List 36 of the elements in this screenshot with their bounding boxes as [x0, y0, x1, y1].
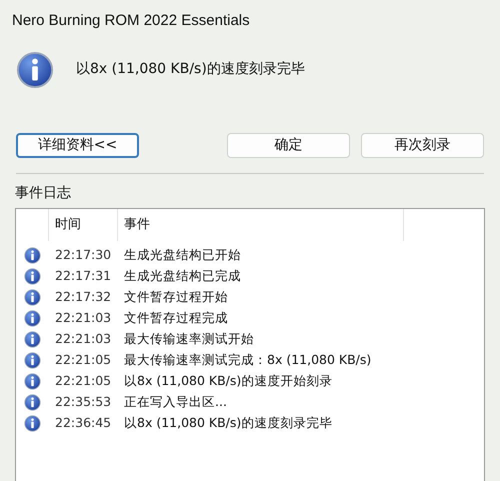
info-icon: [16, 50, 54, 88]
info-icon: [24, 246, 41, 264]
event-cell-text: 最大传输速率测试完成：8x (11,080 KB/s): [123, 350, 372, 369]
message-text: 以8x (11,080 KB/s)的速度刻录完毕: [76, 60, 305, 78]
column-header[interactable]: 时间: [49, 208, 118, 240]
time-cell-text: 22:21:03: [54, 308, 112, 327]
column-header[interactable]: 事件: [118, 208, 404, 240]
info-icon: [24, 372, 41, 390]
time-cell-text: 22:17:32: [54, 288, 112, 306]
info-icon: [24, 310, 41, 326]
info-icon: [24, 394, 41, 410]
time-cell-text: 22:21:03: [54, 330, 112, 348]
event-cell-text: 文件暂存过程完成: [123, 308, 228, 327]
time-cell-text: 22:17:31: [54, 266, 112, 285]
event-cell-text: 最大传输速率测试开始: [123, 330, 254, 348]
event-cell-text: 生成光盘结构已开始: [123, 246, 241, 264]
dialog-button[interactable]: 详细资料<<: [16, 132, 139, 158]
info-icon: [24, 414, 41, 432]
event-cell-text: 正在写入导出区...: [123, 392, 227, 411]
info-icon: [24, 352, 41, 368]
dialog-button[interactable]: 再次刻录: [361, 132, 484, 158]
time-cell-text: 22:21:05: [54, 372, 112, 390]
event-cell-text: 以8x (11,080 KB/s)的速度刻录完毕: [123, 414, 332, 432]
time-cell-text: 22:17:30: [54, 246, 112, 264]
event-cell-text: 以8x (11,080 KB/s)的速度开始刻录: [123, 372, 332, 390]
info-icon: [24, 288, 41, 306]
time-cell-text: 22:35:53: [54, 392, 112, 411]
info-icon: [24, 268, 41, 284]
event-cell-text: 文件暂存过程开始: [123, 288, 228, 306]
window-title: Nero Burning ROM 2022 Essentials: [11, 11, 251, 31]
time-cell-text: 22:21:05: [54, 350, 112, 369]
section-label: 事件日志: [14, 184, 72, 202]
dialog-button[interactable]: 确定: [227, 132, 350, 158]
time-cell-text: 22:36:45: [54, 414, 112, 432]
info-icon: [24, 330, 41, 348]
event-cell-text: 生成光盘结构已完成: [123, 266, 241, 285]
